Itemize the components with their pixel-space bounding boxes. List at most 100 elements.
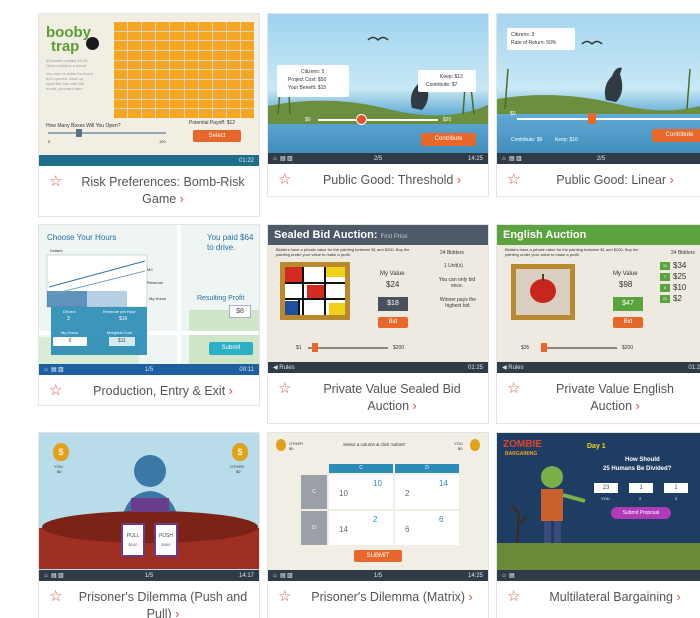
slider-handle[interactable] — [312, 343, 318, 352]
game-card-sealed-bid-auction[interactable]: Sealed Bid Auction: First Price Bidders … — [267, 224, 489, 424]
grid-box[interactable] — [156, 51, 170, 60]
slider-handle[interactable] — [356, 114, 367, 125]
grid-box[interactable] — [184, 22, 198, 31]
grid-box[interactable] — [128, 51, 142, 60]
alloc-input-you[interactable]: 23 — [594, 483, 618, 493]
grid-box[interactable] — [128, 22, 142, 31]
grid-box[interactable] — [184, 80, 198, 89]
grid-box[interactable] — [142, 22, 156, 31]
grid-box[interactable] — [198, 22, 212, 31]
grid-box[interactable] — [212, 99, 226, 109]
card-title[interactable]: ☆ Private Value Sealed Bid Auction › — [268, 373, 488, 421]
star-icon[interactable]: ☆ — [278, 172, 291, 188]
grid-box[interactable] — [114, 60, 128, 70]
slider-handle[interactable] — [588, 113, 596, 124]
grid-box[interactable] — [184, 89, 198, 99]
grid-box[interactable] — [128, 89, 142, 99]
grid-box[interactable] — [198, 41, 212, 51]
chart-icon[interactable]: ▥ — [58, 572, 65, 579]
game-card-public-good-threshold[interactable]: Citizens: 5 Project Cost: $50 Your Benef… — [267, 13, 489, 197]
bid-button[interactable]: Bid — [378, 317, 408, 328]
grid-box[interactable] — [128, 41, 142, 51]
grid-box[interactable] — [128, 31, 142, 41]
box-grid[interactable] — [114, 22, 254, 118]
submit-button[interactable]: Submit — [209, 342, 253, 355]
grid-box[interactable] — [142, 51, 156, 60]
home-icon[interactable]: ⌂ — [273, 573, 280, 579]
grid-box[interactable] — [184, 31, 198, 41]
slider-handle[interactable] — [76, 129, 82, 137]
thumbnail[interactable]: ZOMBIE BARGAINING Day 1 How Should 25 Hu… — [497, 433, 700, 581]
bid-button[interactable]: Bid — [613, 317, 643, 328]
grid-box[interactable] — [156, 99, 170, 109]
slider-handle[interactable] — [541, 343, 547, 352]
home-icon[interactable]: ⌂ — [502, 573, 509, 579]
game-card-production-entry-exit[interactable]: Choose Your Hours You paid $64 to drive.… — [38, 224, 260, 406]
grid-box[interactable] — [198, 51, 212, 60]
thumbnail[interactable]: Citizens: 5 Project Cost: $50 Your Benef… — [268, 14, 488, 164]
grid-box[interactable] — [240, 31, 254, 41]
grid-box[interactable] — [170, 22, 184, 31]
rules-link[interactable]: ◀ Rules — [502, 364, 524, 371]
grid-box[interactable] — [226, 22, 240, 31]
grid-box[interactable] — [156, 41, 170, 51]
doc-icon[interactable]: ▤ — [51, 572, 58, 579]
card-title[interactable]: ☆ Public Good: Linear › — [497, 164, 700, 195]
grid-box[interactable] — [212, 80, 226, 89]
alloc-input-2[interactable]: 1 — [629, 483, 653, 493]
grid-box[interactable] — [226, 31, 240, 41]
card-title[interactable]: ☆ Risk Preferences: Bomb-Risk Game › — [39, 166, 259, 214]
grid-box[interactable] — [212, 41, 226, 51]
bid-input[interactable]: $18 — [378, 297, 408, 311]
grid-box[interactable] — [240, 60, 254, 70]
grid-box[interactable] — [114, 31, 128, 41]
contribute-button[interactable]: Contribute — [421, 133, 476, 146]
grid-box[interactable] — [184, 70, 198, 80]
grid-box[interactable] — [170, 60, 184, 70]
star-icon[interactable]: ☆ — [278, 381, 291, 397]
contribute-button[interactable]: Contribute — [652, 129, 700, 142]
card-title[interactable]: ☆ Prisoner's Dilemma (Push and Pull) › — [39, 581, 259, 618]
rules-link[interactable]: ◀ Rules — [273, 364, 295, 371]
grid-box[interactable] — [226, 89, 240, 99]
doc-icon[interactable]: ▤ — [509, 572, 516, 579]
grid-box[interactable] — [142, 31, 156, 41]
grid-box[interactable] — [198, 80, 212, 89]
doc-icon[interactable]: ▤ — [509, 155, 516, 162]
grid-box[interactable] — [128, 60, 142, 70]
grid-box[interactable] — [240, 41, 254, 51]
home-icon[interactable]: ⌂ — [273, 156, 280, 162]
star-icon[interactable]: ☆ — [49, 589, 62, 605]
star-icon[interactable]: ☆ — [278, 589, 291, 605]
grid-box[interactable] — [142, 80, 156, 89]
grid-box[interactable] — [156, 70, 170, 80]
grid-box[interactable] — [184, 51, 198, 60]
card-title[interactable]: ☆ Multilateral Bargaining › — [497, 581, 700, 612]
card-title[interactable]: ☆ Production, Entry & Exit › — [39, 375, 259, 405]
thumbnail[interactable]: OTHER $0 Select a column & click 'submit… — [268, 433, 488, 581]
grid-box[interactable] — [142, 89, 156, 99]
chart-icon[interactable]: ▥ — [58, 366, 65, 373]
thumbnail[interactable]: Sealed Bid Auction: First Price Bidders … — [268, 225, 488, 373]
chart-icon[interactable]: ▥ — [287, 572, 294, 579]
grid-box[interactable] — [142, 70, 156, 80]
card-title[interactable]: ☆ Public Good: Threshold › — [268, 164, 488, 195]
grid-box[interactable] — [170, 80, 184, 89]
grid-box[interactable] — [212, 31, 226, 41]
grid-box[interactable] — [226, 109, 240, 118]
grid-box[interactable] — [170, 31, 184, 41]
grid-box[interactable] — [212, 60, 226, 70]
grid-box[interactable] — [240, 99, 254, 109]
grid-box[interactable] — [198, 89, 212, 99]
home-icon[interactable]: ⌂ — [44, 573, 51, 579]
grid-box[interactable] — [156, 31, 170, 41]
star-icon[interactable]: ☆ — [49, 174, 62, 190]
grid-box[interactable] — [156, 89, 170, 99]
grid-box[interactable] — [170, 89, 184, 99]
star-icon[interactable]: ☆ — [507, 172, 520, 188]
grid-box[interactable] — [114, 89, 128, 99]
grid-box[interactable] — [128, 99, 142, 109]
game-card-english-auction[interactable]: English Auction Bidders have a private v… — [496, 224, 700, 424]
grid-box[interactable] — [198, 60, 212, 70]
grid-box[interactable] — [212, 51, 226, 60]
